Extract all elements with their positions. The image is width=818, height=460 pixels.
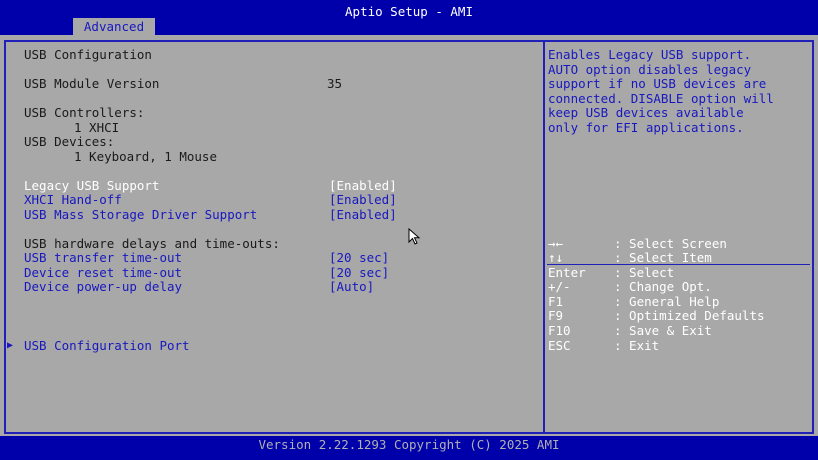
key-desc: : Exit bbox=[614, 338, 660, 353]
help-line: keep USB devices available bbox=[548, 105, 744, 120]
transfer-timeout-value[interactable]: [20 sec] bbox=[329, 250, 389, 266]
mass-storage-value[interactable]: [Enabled] bbox=[329, 207, 397, 223]
submenu-label: USB Configuration Port bbox=[24, 338, 190, 353]
powerup-delay-label: Device power-up delay bbox=[24, 279, 183, 294]
tab-advanced[interactable]: Advanced bbox=[73, 18, 155, 35]
key-desc: : Save & Exit bbox=[614, 323, 712, 338]
module-version-label: USB Module Version bbox=[24, 76, 160, 91]
mouse-cursor-icon bbox=[408, 228, 421, 245]
help-line: support if no USB devices are bbox=[548, 76, 767, 91]
powerup-delay-value[interactable]: [Auto] bbox=[329, 279, 374, 295]
help-line: only for EFI applications. bbox=[548, 120, 744, 135]
xhci-handoff-value[interactable]: [Enabled] bbox=[329, 192, 397, 208]
key-name: F10 bbox=[548, 323, 571, 338]
mass-storage-label: USB Mass Storage Driver Support bbox=[24, 207, 258, 222]
devices-label: USB Devices: bbox=[24, 134, 115, 149]
key-name: +/- bbox=[548, 279, 571, 294]
module-version-value: 35 bbox=[327, 76, 343, 91]
section-title: USB Configuration bbox=[24, 47, 152, 62]
footer-version: Version 2.22.1293 Copyright (C) 2025 AMI bbox=[258, 437, 560, 452]
key-desc: : Optimized Defaults bbox=[614, 308, 765, 323]
controllers-label: USB Controllers: bbox=[24, 105, 145, 120]
key-name: F9 bbox=[548, 308, 564, 323]
submenu-arrow-icon: ▶ bbox=[7, 340, 14, 351]
devices-value: 1 Keyboard, 1 Mouse bbox=[74, 149, 217, 164]
key-select-item-icon: ↑↓ bbox=[548, 250, 564, 265]
help-line: Enables Legacy USB support. bbox=[548, 47, 752, 62]
key-desc: : Change Opt. bbox=[614, 279, 712, 294]
key-name: ESC bbox=[548, 338, 571, 353]
main-panel: USB Configuration USB Module Version 35 … bbox=[0, 35, 818, 436]
xhci-handoff-label: XHCI Hand-off bbox=[24, 192, 122, 207]
transfer-timeout-label: USB transfer time-out bbox=[24, 250, 183, 265]
key-desc: : Select Item bbox=[614, 250, 712, 265]
